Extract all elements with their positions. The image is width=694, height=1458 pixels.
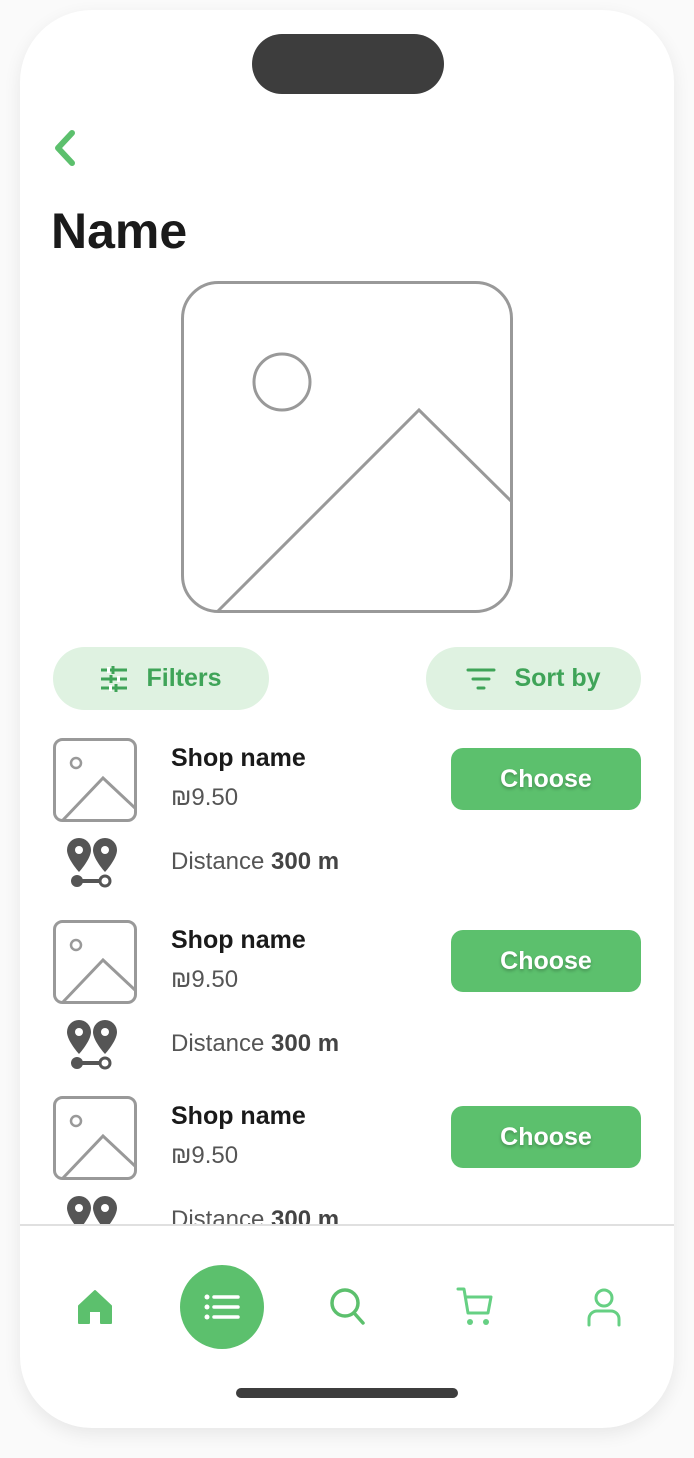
distance-label: Distance <box>171 848 265 875</box>
home-icon <box>78 1290 112 1324</box>
shop-price: ₪9.50 <box>171 784 239 811</box>
distance-pins-icon <box>67 1196 117 1225</box>
distance-value: 300 m <box>271 1206 340 1225</box>
shop-image-icon <box>53 920 137 1004</box>
distance-text: Distance 300 m <box>171 1030 339 1058</box>
distance-pins-icon <box>67 1020 117 1070</box>
shop-name: Shop name <box>171 744 306 772</box>
sort-icon <box>466 668 496 689</box>
shop-list[interactable]: Shop name ₪9.50 Choose Distance 300 m Sh… <box>20 730 674 1225</box>
distance-text: Distance 300 m <box>171 848 339 876</box>
shop-name: Shop name <box>171 926 306 954</box>
shop-image-icon <box>53 1096 137 1180</box>
nav-cart[interactable] <box>446 1265 506 1349</box>
shop-price: ₪9.50 <box>171 1142 239 1169</box>
search-icon <box>330 1288 365 1325</box>
list-icon <box>204 1294 240 1320</box>
filters-button[interactable]: Filters <box>53 647 269 710</box>
sort-label: Sort by <box>514 664 601 692</box>
sort-button[interactable]: Sort by <box>426 647 641 710</box>
distance-label: Distance <box>171 1206 265 1225</box>
dynamic-island <box>252 34 444 94</box>
choose-button[interactable]: Choose <box>451 930 641 992</box>
list-item: Shop name ₪9.50 Choose Distance 300 m <box>20 738 674 898</box>
phone-frame: Name Filters Sort by Shop name ₪9.50 Cho… <box>20 10 674 1428</box>
list-item: Shop name ₪9.50 Choose Distance 300 m <box>20 920 674 1080</box>
cart-icon <box>456 1287 493 1325</box>
nav-home[interactable] <box>65 1265 125 1349</box>
image-placeholder-icon <box>181 281 513 613</box>
back-button[interactable] <box>50 128 80 173</box>
user-icon <box>587 1288 621 1327</box>
chevron-left-icon <box>55 130 75 166</box>
filters-label: Filters <box>146 664 222 692</box>
shop-price: ₪9.50 <box>171 966 239 993</box>
nav-divider <box>20 1224 674 1226</box>
distance-label: Distance <box>171 1030 265 1057</box>
sliders-icon <box>101 665 128 692</box>
choose-button[interactable]: Choose <box>451 1106 641 1168</box>
hero-image-placeholder <box>181 281 513 618</box>
list-item: Shop name ₪9.50 Choose Distance 300 m <box>20 1096 674 1225</box>
nav-search[interactable] <box>318 1265 378 1349</box>
nav-list[interactable] <box>180 1265 264 1349</box>
page-title: Name <box>51 203 188 259</box>
shop-name: Shop name <box>171 1102 306 1130</box>
distance-text: Distance 300 m <box>171 1206 339 1225</box>
choose-button[interactable]: Choose <box>451 748 641 810</box>
shop-image-icon <box>53 738 137 822</box>
distance-value: 300 m <box>271 1030 340 1057</box>
nav-profile[interactable] <box>574 1265 634 1349</box>
home-indicator <box>236 1388 458 1398</box>
distance-value: 300 m <box>271 848 340 875</box>
distance-pins-icon <box>67 838 117 888</box>
